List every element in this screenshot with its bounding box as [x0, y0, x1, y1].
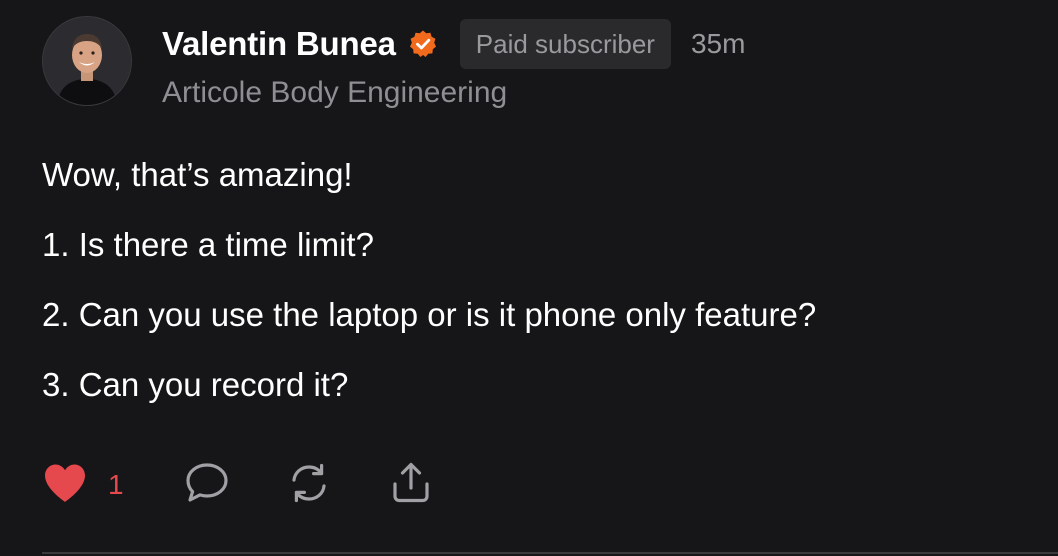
verified-check-icon: [408, 29, 438, 59]
publication-name[interactable]: Articole Body Engineering: [162, 76, 507, 110]
comment-body: Wow, that’s amazing! 1. Is there a time …: [42, 156, 1032, 436]
like-button[interactable]: 1: [42, 462, 124, 509]
share-icon: [388, 461, 434, 510]
avatar-image: [43, 17, 131, 105]
comment-icon: [184, 461, 230, 510]
comment-line: 1. Is there a time limit?: [42, 226, 374, 263]
author-name[interactable]: Valentin Bunea: [162, 25, 396, 63]
heart-icon: [42, 462, 88, 509]
like-count: 1: [108, 469, 124, 500]
comment-header: Valentin Bunea Paid subscriber 35m: [162, 18, 745, 70]
comment-line: Wow, that’s amazing!: [42, 156, 353, 193]
restack-icon: [286, 461, 332, 510]
share-button[interactable]: [388, 461, 434, 510]
restack-button[interactable]: [286, 461, 332, 510]
reply-button[interactable]: [184, 461, 230, 510]
comment-line: 3. Can you record it?: [42, 366, 349, 403]
divider: [42, 552, 1058, 554]
paid-subscriber-badge: Paid subscriber: [459, 19, 671, 69]
comment-timestamp[interactable]: 35m: [691, 28, 745, 60]
comment-actions: 1: [42, 460, 434, 510]
comment-line: 2. Can you use the laptop or is it phone…: [42, 296, 817, 333]
avatar[interactable]: [42, 16, 132, 106]
